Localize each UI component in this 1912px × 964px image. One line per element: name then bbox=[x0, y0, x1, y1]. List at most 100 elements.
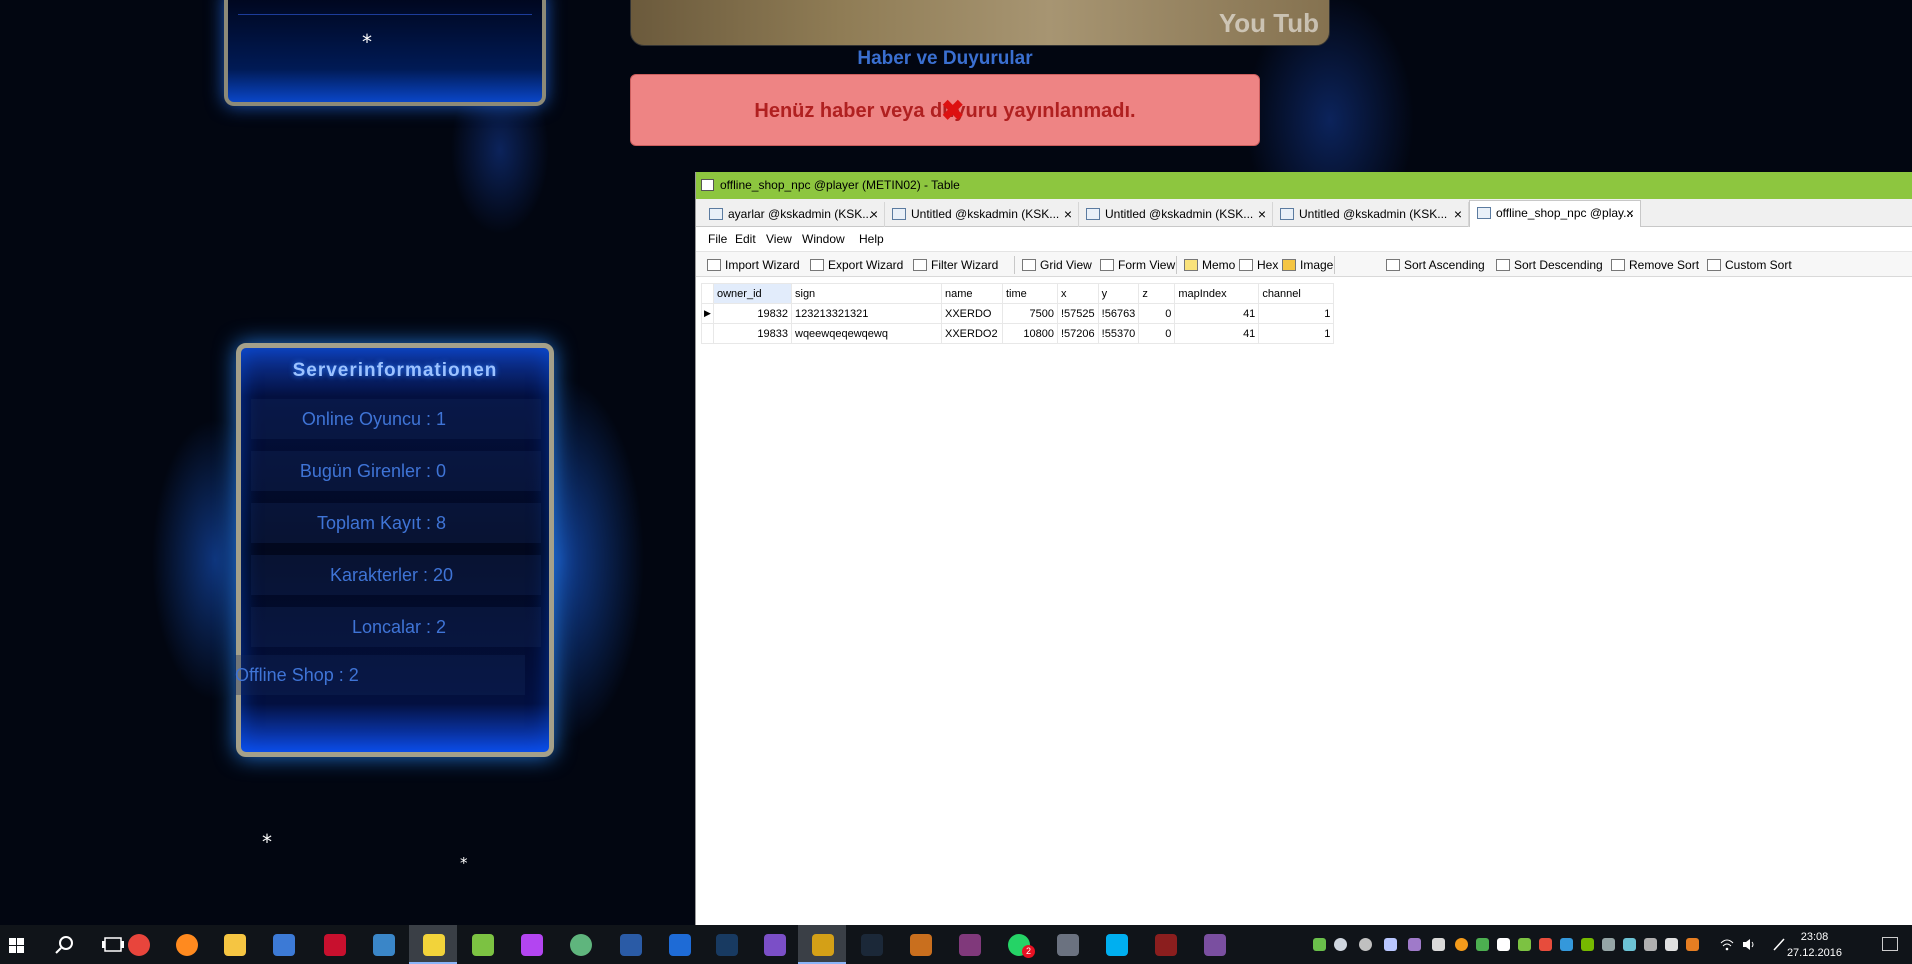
taskbar-tools-button[interactable] bbox=[1043, 925, 1091, 964]
tray-chrome-icon[interactable] bbox=[1455, 938, 1468, 951]
taskbar-skype-button[interactable] bbox=[1092, 925, 1140, 964]
cell-y[interactable]: !56763 bbox=[1097, 303, 1140, 324]
menu-view[interactable]: View bbox=[766, 227, 792, 251]
taskbar-firefox-button[interactable] bbox=[162, 925, 210, 964]
cell-mapindex[interactable]: 41 bbox=[1174, 303, 1260, 324]
tray-nvidia-icon[interactable] bbox=[1581, 938, 1594, 951]
form-view-button[interactable]: Form View bbox=[1099, 252, 1175, 278]
taskbar-metin2-button[interactable] bbox=[896, 925, 944, 964]
tray-app-icon[interactable] bbox=[1313, 938, 1326, 951]
sort-descending-button[interactable]: Sort Descending bbox=[1495, 252, 1603, 278]
column-header-sign[interactable]: sign bbox=[791, 283, 942, 304]
tab-untitled-3[interactable]: Untitled @kskadmin (KSK... × bbox=[1273, 202, 1469, 227]
taskbar-folder-app-button[interactable] bbox=[655, 925, 703, 964]
video-player[interactable]: You Tub bbox=[630, 0, 1330, 46]
taskbar-game2-button[interactable] bbox=[1141, 925, 1189, 964]
taskbar-whatsapp-button[interactable]: 2 bbox=[994, 925, 1042, 964]
close-icon[interactable]: × bbox=[1064, 202, 1072, 226]
column-header-y[interactable]: y bbox=[1097, 283, 1140, 304]
cell-sign[interactable]: wqeewqeqewqewq bbox=[791, 323, 942, 344]
tray-app-icon[interactable] bbox=[1623, 938, 1636, 951]
cell-x[interactable]: !57525 bbox=[1057, 303, 1099, 324]
taskbar-phpstorm-button[interactable] bbox=[507, 925, 555, 964]
cell-z[interactable]: 0 bbox=[1138, 323, 1176, 344]
cell-x[interactable]: !57206 bbox=[1057, 323, 1099, 344]
column-header-z[interactable]: z bbox=[1138, 283, 1176, 304]
sort-ascending-button[interactable]: Sort Ascending bbox=[1385, 252, 1485, 278]
column-header-channel[interactable]: channel bbox=[1258, 283, 1335, 304]
tray-sync-icon[interactable] bbox=[1518, 938, 1531, 951]
tray-app-icon[interactable] bbox=[1476, 938, 1489, 951]
tab-untitled-2[interactable]: Untitled @kskadmin (KSK... × bbox=[1079, 202, 1273, 227]
column-header-x[interactable]: x bbox=[1057, 283, 1099, 304]
cell-z[interactable]: 0 bbox=[1138, 303, 1176, 324]
memo-button[interactable]: Memo bbox=[1183, 252, 1235, 278]
close-icon[interactable]: × bbox=[870, 202, 878, 226]
cell-channel[interactable]: 1 bbox=[1258, 303, 1335, 324]
taskbar-atom-button[interactable] bbox=[556, 925, 604, 964]
grid-view-button[interactable]: Grid View bbox=[1021, 252, 1092, 278]
tray-vlc-icon[interactable] bbox=[1686, 938, 1699, 951]
tab-offline-shop-npc[interactable]: offline_shop_npc @play... × bbox=[1469, 200, 1641, 228]
column-header-time[interactable]: time bbox=[1002, 283, 1058, 304]
table-row[interactable]: ▶ 19832 123213321321 XXERDO 7500 !57525 … bbox=[701, 303, 1335, 324]
cell-y[interactable]: !55370 bbox=[1097, 323, 1140, 344]
table-row[interactable]: 19833 wqeewqeqewqewq XXERDO2 10800 !5720… bbox=[701, 323, 1335, 344]
tray-app-icon[interactable] bbox=[1539, 938, 1552, 951]
tab-untitled-1[interactable]: Untitled @kskadmin (KSK... × bbox=[885, 202, 1079, 227]
window-titlebar[interactable]: offline_shop_npc @player (METIN02) - Tab… bbox=[696, 172, 1912, 199]
taskbar-onenote-button[interactable] bbox=[945, 925, 993, 964]
import-wizard-button[interactable]: Import Wizard bbox=[706, 252, 800, 278]
filter-wizard-button[interactable]: Filter Wizard bbox=[912, 252, 998, 278]
wifi-icon[interactable] bbox=[1720, 938, 1734, 951]
clock[interactable]: 23:08 27.12.2016 bbox=[1787, 929, 1842, 961]
taskbar-winrar-button[interactable] bbox=[1190, 925, 1238, 964]
cell-name[interactable]: XXERDO2 bbox=[941, 323, 1003, 344]
tray-water-icon[interactable] bbox=[1334, 938, 1347, 951]
taskbar-file-explorer-button[interactable] bbox=[210, 925, 258, 964]
tray-disc-icon[interactable] bbox=[1359, 938, 1372, 951]
cell-name[interactable]: XXERDO bbox=[941, 303, 1003, 324]
menu-window[interactable]: Window bbox=[802, 227, 845, 251]
cell-time[interactable]: 7500 bbox=[1002, 303, 1058, 324]
taskbar-game-client-button[interactable] bbox=[798, 925, 846, 964]
taskbar-steam-button[interactable] bbox=[847, 925, 895, 964]
taskbar-network-tool-button[interactable] bbox=[259, 925, 307, 964]
remove-sort-button[interactable]: Remove Sort bbox=[1610, 252, 1699, 278]
tray-network-tool-icon[interactable] bbox=[1432, 938, 1445, 951]
tray-app-icon[interactable] bbox=[1644, 938, 1657, 951]
menu-file[interactable]: File bbox=[708, 227, 727, 251]
column-header-mapindex[interactable]: mapIndex bbox=[1174, 283, 1260, 304]
pen-icon[interactable] bbox=[1772, 938, 1785, 951]
image-button[interactable]: Image bbox=[1281, 252, 1333, 278]
tray-app-icon[interactable] bbox=[1602, 938, 1615, 951]
menu-edit[interactable]: Edit bbox=[735, 227, 756, 251]
menu-help[interactable]: Help bbox=[859, 227, 884, 251]
close-icon[interactable]: × bbox=[1258, 202, 1266, 226]
tab-ayarlar[interactable]: ayarlar @kskadmin (KSK... × bbox=[702, 202, 885, 227]
volume-icon[interactable] bbox=[1742, 938, 1755, 951]
search-button[interactable] bbox=[41, 925, 89, 964]
cell-owner-id[interactable]: 19833 bbox=[713, 323, 792, 344]
cell-time[interactable]: 10800 bbox=[1002, 323, 1058, 344]
tray-battery-icon[interactable] bbox=[1665, 938, 1678, 951]
tray-app-icon[interactable] bbox=[1384, 938, 1397, 951]
column-header-name[interactable]: name bbox=[941, 283, 1003, 304]
action-center-icon[interactable] bbox=[1882, 937, 1898, 951]
taskbar-photoshop-button[interactable] bbox=[606, 925, 654, 964]
taskbar-archive-tool-button[interactable] bbox=[359, 925, 407, 964]
taskbar-navicat-button[interactable] bbox=[409, 925, 457, 964]
cell-mapindex[interactable]: 41 bbox=[1174, 323, 1260, 344]
taskbar-notepad-plus-button[interactable] bbox=[458, 925, 506, 964]
taskbar-virtualbox-button[interactable] bbox=[702, 925, 750, 964]
taskbar-filezilla-button[interactable] bbox=[310, 925, 358, 964]
cell-sign[interactable]: 123213321321 bbox=[791, 303, 942, 324]
cell-channel[interactable]: 1 bbox=[1258, 323, 1335, 344]
column-header-owner-id[interactable]: owner_id bbox=[713, 283, 792, 304]
taskbar-chrome-button[interactable] bbox=[114, 925, 162, 964]
tray-app-icon[interactable] bbox=[1560, 938, 1573, 951]
close-icon[interactable]: × bbox=[1626, 201, 1634, 225]
export-wizard-button[interactable]: Export Wizard bbox=[809, 252, 903, 278]
tray-cloud-icon[interactable] bbox=[1497, 938, 1510, 951]
taskbar-visual-studio-button[interactable] bbox=[750, 925, 798, 964]
